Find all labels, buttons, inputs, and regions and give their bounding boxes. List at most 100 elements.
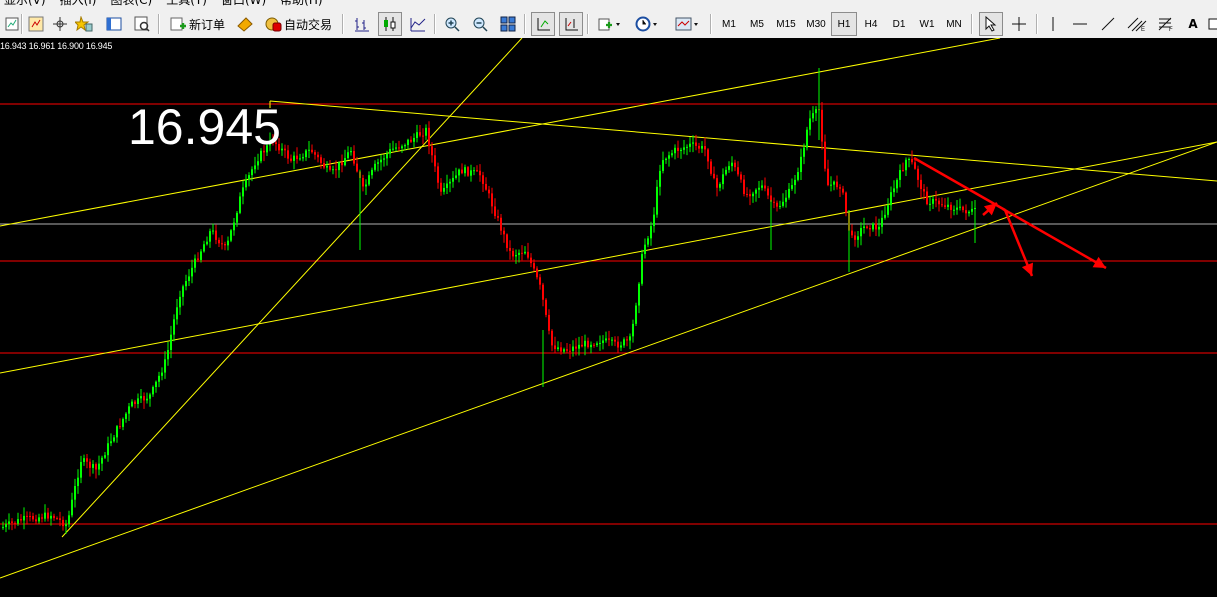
candle-body — [449, 181, 451, 184]
label-tool-icon[interactable] — [1206, 12, 1217, 36]
bar-chart-icon[interactable] — [350, 12, 374, 36]
candle — [935, 190, 937, 208]
favorites-icon[interactable] — [72, 12, 96, 36]
indicators-dropdown[interactable] — [593, 12, 627, 36]
candle-body — [779, 205, 781, 207]
candle-body — [632, 323, 634, 337]
candle — [212, 223, 214, 235]
candle-body — [593, 344, 595, 346]
zoom-out-icon[interactable] — [468, 12, 492, 36]
auto-trading-button[interactable]: 自动交易 — [260, 12, 336, 36]
candle — [230, 229, 232, 243]
candle — [173, 314, 175, 342]
candle — [890, 186, 892, 211]
candle — [755, 188, 757, 202]
candle-body — [506, 234, 508, 248]
candle-body — [380, 159, 382, 163]
candle — [572, 340, 574, 357]
timeframe-d1[interactable]: D1 — [886, 12, 912, 36]
fibonacci-tool-icon[interactable]: F — [1154, 12, 1178, 36]
candle — [167, 341, 169, 366]
candle — [428, 121, 430, 155]
candle — [128, 402, 130, 421]
candlestick-chart-icon[interactable] — [378, 12, 402, 36]
candle — [113, 435, 115, 443]
timeframe-h4[interactable]: H4 — [858, 12, 884, 36]
candle — [671, 149, 673, 158]
timeframe-m5[interactable]: M5 — [744, 12, 770, 36]
candle — [71, 492, 73, 518]
profiles-icon[interactable] — [24, 12, 48, 36]
candle-body — [893, 188, 895, 193]
candle-body — [773, 201, 775, 203]
periods-dropdown[interactable] — [630, 12, 666, 36]
candle-body — [191, 267, 193, 277]
candle — [800, 148, 802, 181]
candle-body — [902, 170, 904, 172]
candle-body — [374, 163, 376, 170]
candle-body — [146, 398, 148, 401]
candle-body — [932, 198, 934, 204]
crosshair-tool-icon[interactable] — [1007, 12, 1031, 36]
crosshair-move-icon[interactable] — [48, 12, 72, 36]
candle-body — [899, 170, 901, 180]
timeframe-m30[interactable]: M30 — [802, 12, 830, 36]
candle — [248, 172, 250, 187]
candle-body — [737, 167, 739, 175]
candle-body — [221, 243, 223, 245]
candle — [644, 238, 646, 259]
candle — [332, 165, 334, 175]
candle-body — [530, 257, 532, 264]
templates-dropdown[interactable] — [670, 12, 706, 36]
candle — [152, 385, 154, 397]
candle-body — [86, 458, 88, 462]
equidistant-channel-tool-icon[interactable]: E — [1124, 12, 1150, 36]
text-tool-button[interactable]: A — [1182, 12, 1204, 36]
vertical-line-tool-icon[interactable] — [1042, 12, 1064, 36]
candle-body — [17, 519, 19, 524]
candle — [617, 336, 619, 353]
candle — [158, 371, 160, 388]
auto-scroll-icon[interactable] — [531, 12, 555, 36]
new-order-button[interactable]: 新订单 — [164, 12, 230, 36]
candle-body — [482, 175, 484, 184]
candle-body — [617, 341, 619, 348]
timeframe-w1[interactable]: W1 — [914, 12, 940, 36]
candle — [104, 452, 106, 459]
candle-body — [161, 372, 163, 376]
timeframe-m15[interactable]: M15 — [772, 12, 800, 36]
candle — [521, 245, 523, 261]
chart-shift-icon[interactable] — [559, 12, 583, 36]
candle — [323, 158, 325, 170]
timeframe-mn[interactable]: MN — [941, 12, 967, 36]
new-chart-icon[interactable] — [3, 12, 21, 36]
timeframe-h1[interactable]: H1 — [831, 12, 857, 36]
candle-body — [521, 252, 523, 254]
candle-body — [20, 519, 22, 521]
zoom-in-icon[interactable] — [440, 12, 464, 36]
candle — [491, 187, 493, 214]
line-chart-icon[interactable] — [406, 12, 430, 36]
cursor-tool-icon[interactable] — [979, 12, 1003, 36]
candle — [374, 160, 376, 172]
candle — [812, 106, 814, 123]
candle-body — [305, 150, 307, 158]
candle-body — [683, 147, 685, 150]
candle — [233, 217, 235, 236]
candle-body — [227, 240, 229, 246]
timeframe-m1[interactable]: M1 — [716, 12, 742, 36]
metaeditor-icon[interactable] — [234, 12, 256, 36]
candle — [452, 171, 454, 188]
candle-body — [257, 161, 259, 166]
candle — [878, 218, 880, 237]
trendline-tool-icon[interactable] — [1096, 12, 1120, 36]
candle — [284, 144, 286, 158]
horizontal-line-tool-icon[interactable] — [1068, 12, 1092, 36]
tile-windows-icon[interactable] — [496, 12, 520, 36]
candle — [656, 179, 658, 218]
navigator-icon[interactable] — [102, 12, 126, 36]
candle — [884, 206, 886, 220]
data-window-icon[interactable] — [130, 12, 154, 36]
candle — [887, 198, 889, 218]
candle-body — [671, 153, 673, 156]
